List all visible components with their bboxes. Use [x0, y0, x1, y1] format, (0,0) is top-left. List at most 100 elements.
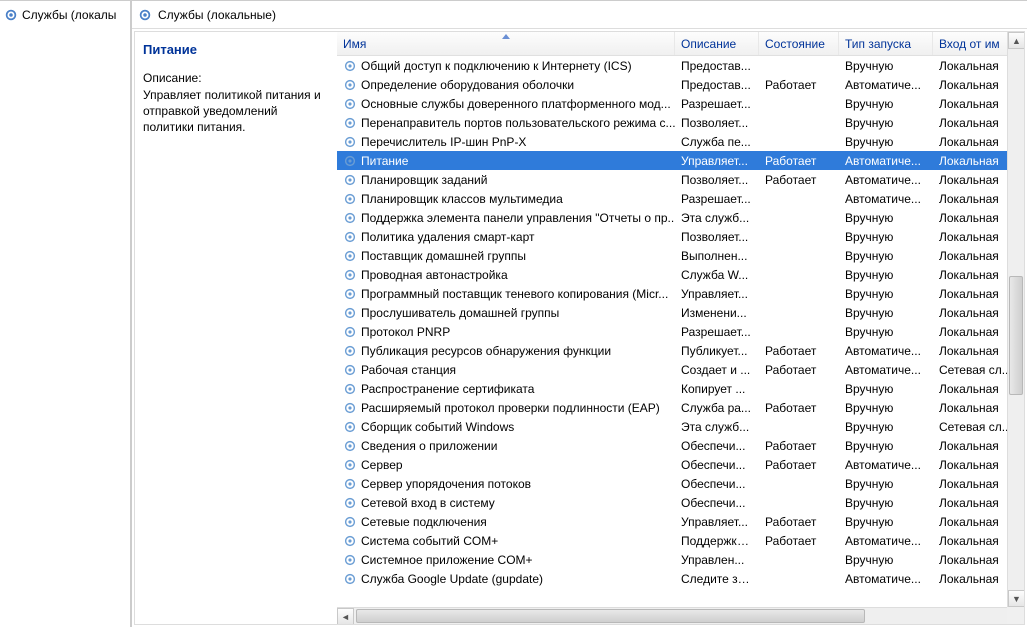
cell-name: Общий доступ к подключению к Интернету (… [337, 59, 675, 73]
service-name: Программный поставщик теневого копирован… [361, 287, 668, 301]
cell-startup: Вручную [839, 553, 933, 567]
cell-desc: Обеспечи... [675, 439, 759, 453]
cell-name: Сборщик событий Windows [337, 420, 675, 434]
table-row[interactable]: Программный поставщик теневого копирован… [337, 284, 1024, 303]
cell-state: Работает [759, 363, 839, 377]
service-icon [343, 515, 357, 529]
table-row[interactable]: Прослушиватель домашней группы Изменени..… [337, 303, 1024, 322]
table-row[interactable]: Протокол PNRPРазрешает...ВручнуюЛокальна… [337, 322, 1024, 341]
table-row[interactable]: Планировщик классов мультимедиаРазрешает… [337, 189, 1024, 208]
cell-startup: Вручную [839, 135, 933, 149]
service-name: Сетевые подключения [361, 515, 487, 529]
cell-name: Расширяемый протокол проверки подлинност… [337, 401, 675, 415]
service-icon [343, 249, 357, 263]
cell-desc: Следите за... [675, 572, 759, 586]
tree-root-label: Службы (локалы [22, 8, 116, 22]
table-row[interactable]: Общий доступ к подключению к Интернету (… [337, 56, 1024, 75]
horizontal-scrollbar[interactable]: ◄ ► [337, 607, 1024, 624]
service-icon [343, 325, 357, 339]
scroll-up-button[interactable]: ▲ [1008, 32, 1024, 49]
table-row[interactable]: Планировщик заданийПозволяет...РаботаетА… [337, 170, 1024, 189]
cell-name: Перенаправитель портов пользовательского… [337, 116, 675, 130]
cell-startup: Автоматиче... [839, 363, 933, 377]
service-icon [343, 420, 357, 434]
table-row[interactable]: Служба Google Update (gupdate)Следите за… [337, 569, 1024, 588]
rows-container: Общий доступ к подключению к Интернету (… [337, 56, 1024, 607]
table-row[interactable]: Распространение сертификатаКопирует ...В… [337, 379, 1024, 398]
cell-desc: Позволяет... [675, 173, 759, 187]
table-row[interactable]: Перенаправитель портов пользовательского… [337, 113, 1024, 132]
table-row[interactable]: Публикация ресурсов обнаружения функцииП… [337, 341, 1024, 360]
cell-state: Работает [759, 401, 839, 415]
col-header-desc[interactable]: Описание [675, 32, 759, 55]
service-icon [343, 97, 357, 111]
cell-desc: Обеспечи... [675, 496, 759, 510]
table-row[interactable]: Поддержка элемента панели управления "От… [337, 208, 1024, 227]
content-title: Службы (локальные) [158, 8, 276, 22]
service-name: Основные службы доверенного платформенно… [361, 97, 671, 111]
cell-name: Программный поставщик теневого копирован… [337, 287, 675, 301]
content-header: Службы (локальные) [132, 1, 1027, 29]
scroll-left-button[interactable]: ◄ [337, 608, 354, 624]
scroll-down-button[interactable]: ▼ [1008, 590, 1024, 607]
cell-startup: Вручную [839, 211, 933, 225]
service-name: Проводная автонастройка [361, 268, 508, 282]
vscroll-thumb[interactable] [1009, 276, 1023, 395]
table-row[interactable]: Политика удаления смарт-картПозволяет...… [337, 227, 1024, 246]
service-icon [343, 154, 357, 168]
cell-desc: Изменени... [675, 306, 759, 320]
service-name: Рабочая станция [361, 363, 456, 377]
table-row[interactable]: Проводная автонастройкаСлужба W...Вручну… [337, 265, 1024, 284]
cell-startup: Вручную [839, 116, 933, 130]
table-row[interactable]: Рабочая станцияСоздает и ...РаботаетАвто… [337, 360, 1024, 379]
hscroll-thumb[interactable] [356, 609, 865, 623]
table-row[interactable]: Сервер упорядочения потоковОбеспечи...Вр… [337, 474, 1024, 493]
table-row[interactable]: Сетевой вход в системуОбеспечи...Вручную… [337, 493, 1024, 512]
vscroll-track[interactable] [1008, 49, 1024, 590]
service-icon [343, 344, 357, 358]
col-header-state[interactable]: Состояние [759, 32, 839, 55]
table-row[interactable]: Системное приложение COM+Управлен...Вруч… [337, 550, 1024, 569]
detail-pane: Питание Описание: Управляет политикой пи… [135, 32, 337, 624]
tree-root-item[interactable]: Службы (локалы [0, 1, 130, 29]
table-row[interactable]: Перечислитель IP-шин PnP-XСлужба пе...Вр… [337, 132, 1024, 151]
content-pane: Службы (локальные) Питание Описание: Упр… [132, 1, 1027, 627]
col-header-startup[interactable]: Тип запуска [839, 32, 933, 55]
cell-name: Система событий COM+ [337, 534, 675, 548]
service-name: Прослушиватель домашней группы [361, 306, 559, 320]
service-icon [343, 477, 357, 491]
col-header-name[interactable]: Имя [337, 32, 675, 55]
table-row[interactable]: Сведения о приложенииОбеспечи...Работает… [337, 436, 1024, 455]
table-row[interactable]: Расширяемый протокол проверки подлинност… [337, 398, 1024, 417]
service-name: Поставщик домашней группы [361, 249, 526, 263]
cell-name: Протокол PNRP [337, 325, 675, 339]
table-row[interactable]: СерверОбеспечи...РаботаетАвтоматиче...Ло… [337, 455, 1024, 474]
service-name: Политика удаления смарт-карт [361, 230, 535, 244]
table-row[interactable]: Поставщик домашней группыВыполнен...Вруч… [337, 246, 1024, 265]
cell-startup: Вручную [839, 249, 933, 263]
service-name: Сервер упорядочения потоков [361, 477, 531, 491]
cell-state: Работает [759, 439, 839, 453]
service-icon [343, 534, 357, 548]
cell-name: Сведения о приложении [337, 439, 675, 453]
table-row[interactable]: Основные службы доверенного платформенно… [337, 94, 1024, 113]
table-row[interactable]: Система событий COM+Поддержка...Работает… [337, 531, 1024, 550]
service-name: Система событий COM+ [361, 534, 498, 548]
content-body: Питание Описание: Управляет политикой пи… [134, 31, 1025, 625]
tree-pane[interactable]: Службы (локалы [0, 1, 132, 627]
service-name: Планировщик классов мультимедиа [361, 192, 563, 206]
cell-startup: Автоматиче... [839, 154, 933, 168]
hscroll-track[interactable] [354, 608, 1007, 624]
table-row[interactable]: ПитаниеУправляет...РаботаетАвтоматиче...… [337, 151, 1024, 170]
table-row[interactable]: Сетевые подключенияУправляет...РаботаетВ… [337, 512, 1024, 531]
vertical-scrollbar[interactable]: ▲ ▼ [1007, 32, 1024, 607]
cell-desc: Обеспечи... [675, 477, 759, 491]
table-row[interactable]: Сборщик событий WindowsЭта служб...Вручн… [337, 417, 1024, 436]
cell-startup: Вручную [839, 496, 933, 510]
table-row[interactable]: Определение оборудования оболочкиПредост… [337, 75, 1024, 94]
cell-startup: Вручную [839, 325, 933, 339]
service-name: Публикация ресурсов обнаружения функции [361, 344, 611, 358]
cell-desc: Управляет... [675, 287, 759, 301]
cell-name: Сетевые подключения [337, 515, 675, 529]
cell-startup: Автоматиче... [839, 458, 933, 472]
